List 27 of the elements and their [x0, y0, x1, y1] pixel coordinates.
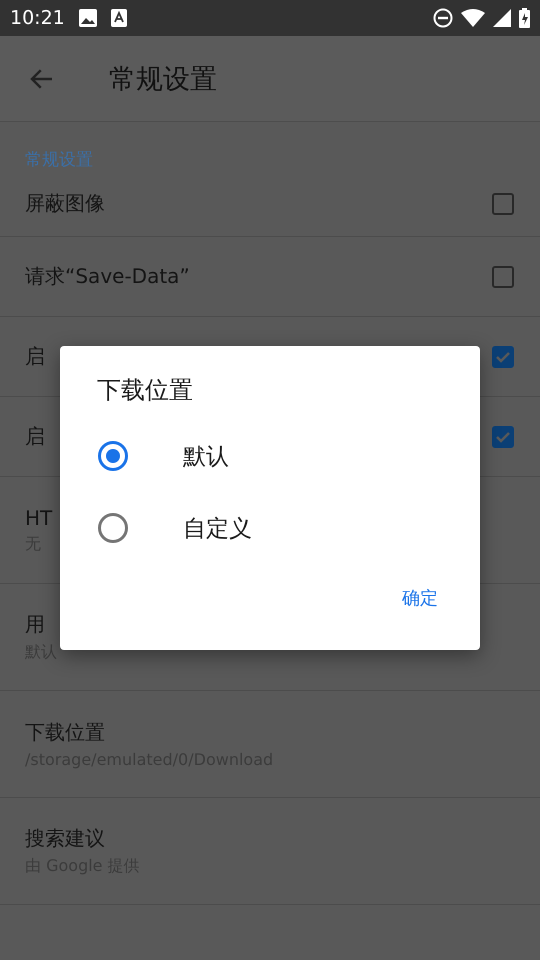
setting-title: 搜索建议 — [25, 825, 105, 852]
wifi-icon — [461, 9, 485, 27]
signal-icon — [493, 9, 511, 27]
radio-button[interactable] — [98, 441, 128, 471]
setting-title: 启 — [25, 423, 45, 450]
battery-icon — [519, 8, 530, 28]
checkbox[interactable] — [492, 266, 514, 288]
do-not-disturb-icon — [433, 8, 453, 28]
setting-title: HT — [25, 506, 52, 530]
setting-title: 启 — [25, 343, 45, 370]
checkbox[interactable] — [492, 426, 514, 448]
status-time: 10:21 — [10, 7, 65, 29]
checkbox[interactable] — [492, 346, 514, 368]
image-icon — [78, 9, 97, 27]
dialog-title: 下载位置 — [97, 375, 193, 406]
checkbox[interactable] — [492, 192, 514, 214]
setting-title: 用 — [25, 611, 45, 638]
option-label[interactable]: 自定义 — [183, 512, 252, 544]
radio-button[interactable] — [98, 513, 128, 543]
setting-title: 请求“Save-Data” — [25, 263, 190, 290]
font-icon — [110, 9, 127, 27]
ok-button[interactable]: 确定 — [396, 578, 444, 618]
setting-title: 屏蔽图像 — [25, 190, 105, 217]
setting-title: 下载位置 — [25, 719, 105, 746]
category-header: 常规设置 — [24, 149, 94, 171]
option-label[interactable]: 默认 — [183, 440, 229, 472]
page-title: 常规设置 — [109, 62, 217, 96]
